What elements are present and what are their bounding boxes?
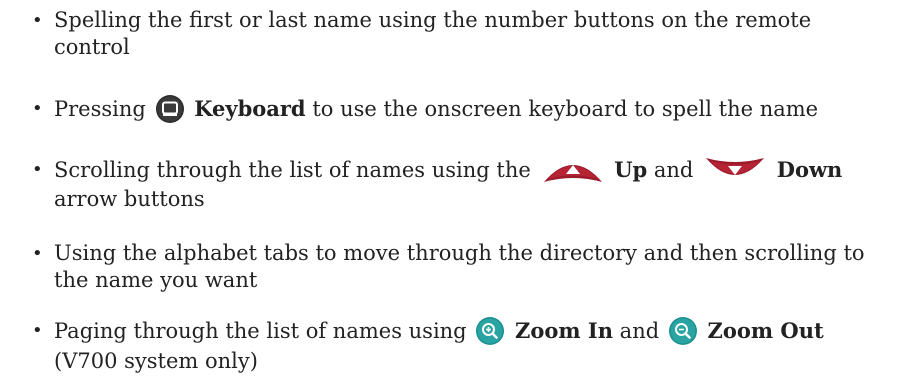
keyboard-button-icon (155, 94, 185, 124)
item-text-mid: and (619, 319, 660, 343)
item-text-mid: and (653, 158, 694, 182)
bullet: • (32, 159, 43, 180)
zoom-out-button-icon (668, 316, 698, 346)
bullet: • (32, 320, 43, 341)
item-text-content: Using the alphabet tabs to move through … (54, 241, 865, 292)
item-text-pre: Scrolling through the list of names usin… (54, 158, 531, 182)
item-text: Paging through the list of names using Z… (54, 316, 890, 375)
item-text-pre: Pressing (54, 97, 146, 121)
bullet: • (32, 98, 43, 119)
down-arrow-button-icon (704, 156, 766, 184)
zoom-out-label: Zoom Out (707, 318, 824, 343)
down-label: Down (776, 157, 843, 182)
bullet: • (32, 243, 43, 264)
item-text: Using the alphabet tabs to move through … (54, 240, 890, 294)
zoom-in-button-icon (475, 316, 505, 346)
item-text-post: arrow buttons (54, 186, 205, 211)
item-text-post: to use the onscreen keyboard to spell th… (312, 97, 819, 121)
instruction-list: • Spelling the first or last name using … (0, 0, 914, 379)
keyboard-label: Keyboard (194, 96, 306, 121)
item-text-pre: Paging through the list of names using (54, 319, 467, 343)
item-text: Pressing Keyboard to use the onscreen ke… (54, 94, 890, 126)
item-text: Spelling the first or last name using th… (54, 7, 890, 61)
up-arrow-button-icon (542, 156, 604, 184)
item-text-content: Spelling the first or last name using th… (54, 8, 812, 59)
zoom-in-label: Zoom In (515, 318, 613, 343)
item-text: Scrolling through the list of names usin… (54, 156, 890, 213)
bullet: • (32, 10, 43, 31)
item-text-post: (V700 system only) (54, 348, 258, 373)
up-label: Up (614, 157, 648, 182)
